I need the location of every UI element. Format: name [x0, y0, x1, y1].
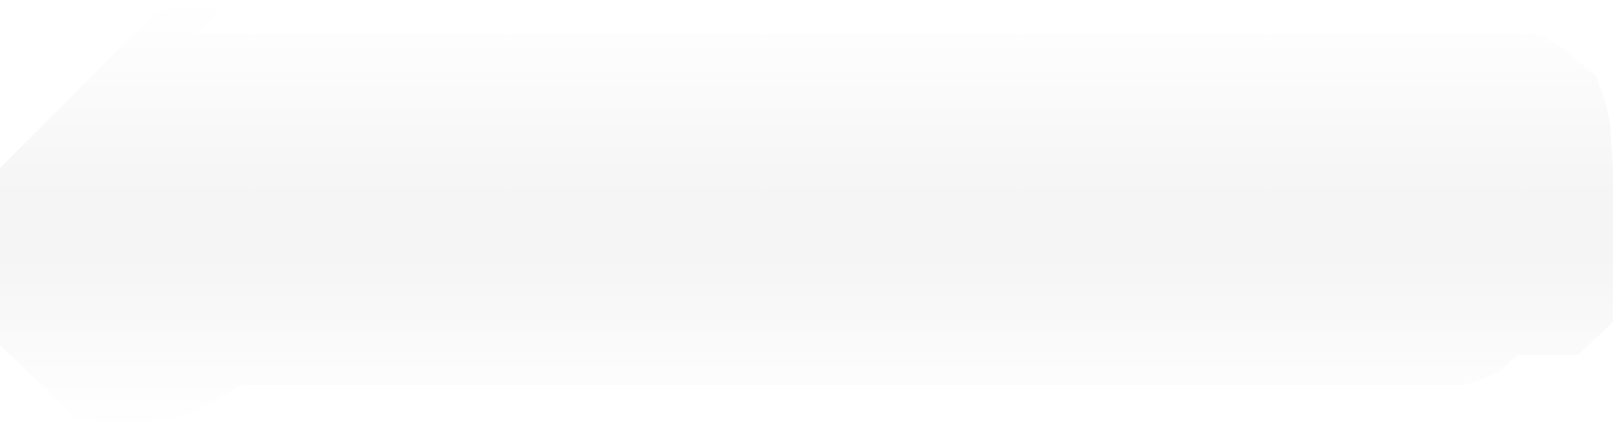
banner-body — [0, 2, 1613, 428]
decorative-banner-shape — [0, 2, 1613, 428]
canvas — [0, 0, 1618, 431]
